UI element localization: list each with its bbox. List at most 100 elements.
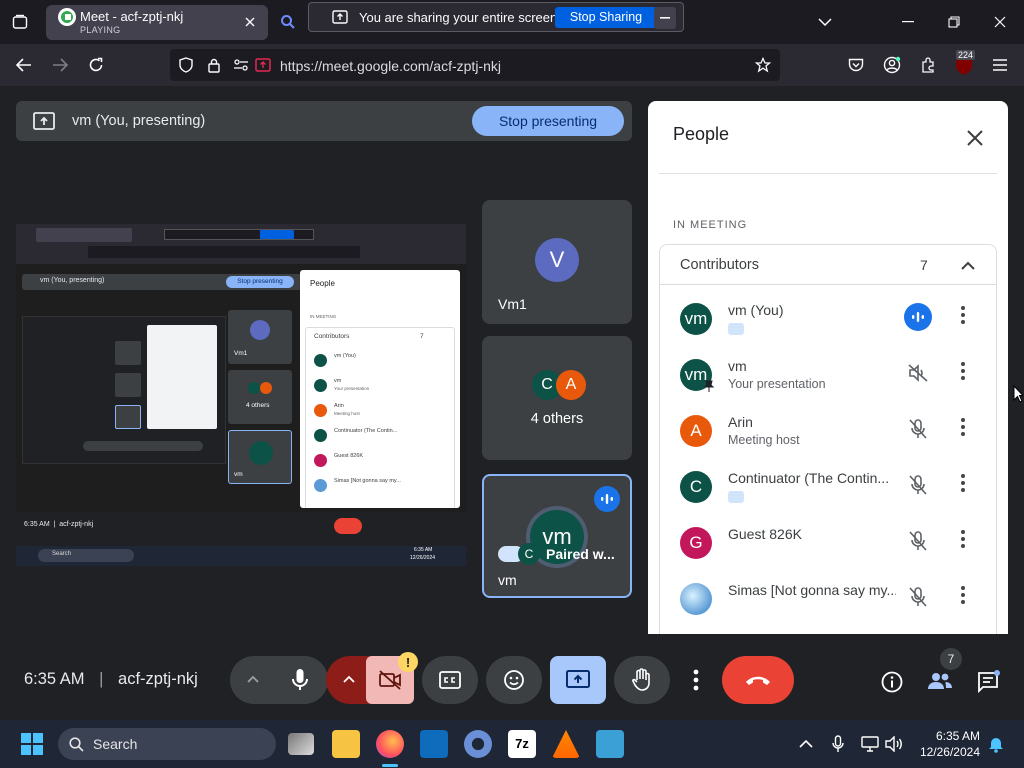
address-bar[interactable]: https://meet.google.com/acf-zptj-nkj bbox=[170, 49, 780, 81]
mic-off-icon[interactable] bbox=[904, 583, 932, 611]
tab-title: Meet - acf-zptj-nkj bbox=[80, 9, 184, 24]
shield-icon[interactable] bbox=[178, 57, 194, 73]
ublock-icon[interactable]: 224 bbox=[952, 50, 976, 78]
participant-more-icon[interactable] bbox=[960, 361, 974, 385]
preview-avatar bbox=[314, 479, 327, 492]
participant-row[interactable]: Simas [Not gonna say my... bbox=[660, 573, 996, 629]
settings-icon[interactable] bbox=[464, 730, 492, 758]
preview-end-call bbox=[334, 518, 362, 534]
preview-urlbar bbox=[88, 246, 360, 258]
file-explorer-icon[interactable] bbox=[332, 730, 360, 758]
mic-off-icon[interactable] bbox=[904, 527, 932, 555]
participant-more-icon[interactable] bbox=[960, 305, 974, 329]
participant-tile-vm1[interactable]: V Vm1 bbox=[482, 200, 632, 324]
back-arrow-icon[interactable] bbox=[14, 55, 34, 75]
search-tab-icon[interactable] bbox=[278, 12, 298, 32]
7zip-icon[interactable]: 7z bbox=[508, 730, 536, 758]
tab-meet[interactable]: Meet - acf-zptj-nkj PLAYING bbox=[46, 5, 268, 40]
chat-icon[interactable] bbox=[974, 668, 1002, 696]
participant-row[interactable]: vm vm (You) bbox=[660, 293, 996, 349]
search-placeholder: Search bbox=[93, 736, 138, 752]
participant-row[interactable]: A Arin Meeting host bbox=[660, 405, 996, 461]
preview-participant-name: Continuator (The Contin... bbox=[334, 428, 398, 434]
firefox-icon[interactable] bbox=[376, 730, 404, 758]
network-icon[interactable] bbox=[860, 734, 880, 754]
separator: | bbox=[99, 670, 104, 688]
meet-controls: 6:35 AM | acf-zptj-nkj ! 7 bbox=[0, 634, 1024, 720]
url-text: https://meet.google.com/acf-zptj-nkj bbox=[280, 58, 501, 74]
taskbar-clock[interactable]: 6:35 AM 12/26/2024 bbox=[920, 728, 980, 760]
window-minimize-icon[interactable] bbox=[898, 12, 918, 32]
tray-mic-icon[interactable] bbox=[828, 734, 848, 754]
avatar bbox=[680, 583, 712, 615]
video-options-chevron-icon[interactable] bbox=[340, 670, 358, 688]
participant-row[interactable]: G Guest 826K bbox=[660, 517, 996, 573]
participant-more-icon[interactable] bbox=[960, 529, 974, 553]
extensions-icon[interactable] bbox=[918, 55, 938, 75]
preview-stop-sharing bbox=[260, 230, 294, 239]
taskbar-date: 12/26/2024 bbox=[919, 745, 980, 759]
participant-name: Arin bbox=[728, 414, 753, 430]
outlook-icon[interactable] bbox=[420, 730, 448, 758]
participant-more-icon[interactable] bbox=[960, 585, 974, 609]
more-options-button[interactable] bbox=[678, 656, 714, 704]
notepad-icon[interactable] bbox=[596, 730, 624, 758]
volume-off-icon bbox=[904, 359, 932, 387]
permissions-icon[interactable] bbox=[232, 57, 250, 73]
meeting-details-info-icon[interactable] bbox=[878, 668, 906, 696]
captions-button[interactable] bbox=[422, 656, 478, 704]
stop-sharing-button[interactable]: Stop Sharing bbox=[555, 7, 657, 28]
window-restore-icon[interactable] bbox=[944, 12, 964, 32]
minimize-share-bar-button[interactable] bbox=[654, 7, 676, 29]
present-now-button[interactable] bbox=[550, 656, 606, 704]
raise-hand-button[interactable] bbox=[614, 656, 670, 704]
share-notice-text: You are sharing your entire screen. bbox=[359, 10, 561, 25]
people-icon[interactable] bbox=[924, 666, 956, 696]
leave-call-button[interactable] bbox=[722, 656, 794, 704]
emoji-reactions-button[interactable] bbox=[486, 656, 542, 704]
participant-name: Simas [Not gonna say my... bbox=[728, 582, 896, 598]
tab-list-icon[interactable] bbox=[10, 12, 30, 32]
account-icon[interactable] bbox=[882, 55, 902, 75]
task-view-icon[interactable] bbox=[288, 733, 314, 755]
bookmark-star-icon[interactable] bbox=[754, 57, 772, 73]
mic-off-icon[interactable] bbox=[904, 415, 932, 443]
chevron-up-icon[interactable] bbox=[958, 255, 978, 275]
preview-tile: vm bbox=[228, 430, 292, 484]
tab-close-icon[interactable] bbox=[242, 14, 258, 30]
preview-search-text: Search bbox=[52, 551, 72, 557]
chevron-down-icon[interactable] bbox=[815, 12, 835, 32]
audio-options-chevron-icon[interactable] bbox=[244, 670, 262, 688]
vlc-icon[interactable] bbox=[552, 730, 580, 758]
notification-bell-icon[interactable] bbox=[986, 734, 1006, 754]
participant-tile-self[interactable]: vm C Paired w... vm bbox=[482, 474, 632, 598]
preview-avatar bbox=[314, 379, 327, 392]
windows-start-icon[interactable] bbox=[20, 732, 44, 756]
participant-more-icon[interactable] bbox=[960, 417, 974, 441]
speaking-indicator-icon bbox=[904, 303, 932, 331]
avatar: C bbox=[680, 471, 712, 503]
participant-row[interactable]: vm vm Your presentation bbox=[660, 349, 996, 405]
tray-chevron-up-icon[interactable] bbox=[796, 734, 816, 754]
taskbar-search-box[interactable]: Search bbox=[58, 728, 276, 760]
participant-tile-others[interactable]: C A 4 others bbox=[482, 336, 632, 460]
microphone-button[interactable] bbox=[272, 656, 328, 704]
forward-arrow-icon[interactable] bbox=[50, 55, 70, 75]
participant-more-icon[interactable] bbox=[960, 473, 974, 497]
participant-name: vm bbox=[728, 358, 747, 374]
screen-share-indicator-icon[interactable] bbox=[254, 57, 272, 73]
contributors-header[interactable]: Contributors 7 bbox=[660, 245, 996, 285]
volume-icon[interactable] bbox=[884, 734, 904, 754]
pocket-icon[interactable] bbox=[846, 55, 866, 75]
reload-icon[interactable] bbox=[86, 55, 106, 75]
avatar: V bbox=[535, 238, 579, 282]
preview-participant-row: Simas [Not gonna say my... bbox=[312, 477, 452, 497]
mic-off-icon[interactable] bbox=[904, 471, 932, 499]
stop-presenting-button[interactable]: Stop presenting bbox=[472, 106, 624, 136]
participant-row[interactable]: C Continuator (The Contin... bbox=[660, 461, 996, 517]
lock-icon[interactable] bbox=[206, 57, 222, 73]
close-icon[interactable] bbox=[962, 125, 988, 151]
hamburger-menu-icon[interactable] bbox=[990, 55, 1010, 75]
window-close-icon[interactable] bbox=[990, 12, 1010, 32]
participant-role: Your presentation bbox=[728, 377, 826, 391]
